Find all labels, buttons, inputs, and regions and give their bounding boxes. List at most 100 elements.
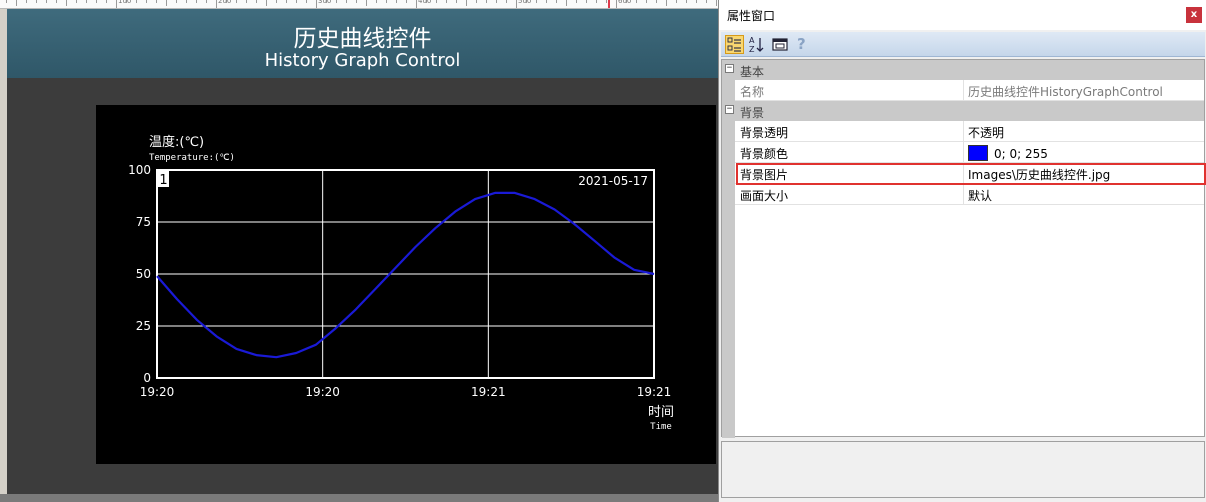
ruler-tick [156, 0, 157, 3]
property-row-canvas-size[interactable]: 画面大小 默认 [722, 184, 1204, 205]
ruler-tick [236, 0, 237, 3]
ruler-tick [496, 0, 497, 3]
property-key: 背景颜色 [740, 147, 789, 161]
property-value[interactable]: 默认 [968, 187, 992, 204]
property-grid-empty [722, 205, 1204, 438]
ruler-tick [436, 0, 437, 3]
history-graph-control[interactable]: 0 25 50 75 100 19:20 19:20 19:21 19:21 温度:(℃) Temp… [96, 105, 716, 464]
close-button[interactable]: x [1186, 7, 1202, 23]
ruler-tick [396, 0, 397, 3]
row-gutter [722, 142, 735, 163]
highlight-box [736, 163, 1206, 185]
property-row-bg-transparent[interactable]: 背景透明 不透明 [722, 121, 1204, 142]
collapse-icon[interactable]: − [725, 105, 734, 114]
categorized-icon [727, 37, 741, 52]
category-basic[interactable]: − 基本 [722, 60, 1204, 80]
title-banner[interactable]: 历史曲线控件 History Graph Control [7, 9, 718, 78]
ruler-tick [556, 0, 557, 3]
svg-text:Z: Z [749, 45, 755, 54]
ruler-major-tick [116, 0, 117, 8]
ruler-major-tick [416, 0, 417, 8]
property-key: 名称 [740, 85, 765, 99]
ruler-tick [86, 0, 87, 3]
banner-title-en: History Graph Control [264, 50, 461, 71]
ruler-tick [606, 0, 607, 3]
ruler-tick [366, 0, 367, 6]
ruler-tick [376, 0, 377, 3]
column-divider [963, 121, 964, 142]
ruler-label: 500 [518, 0, 532, 5]
ruler-major-tick [216, 0, 217, 8]
ruler-tick [286, 0, 287, 3]
ruler-tick [576, 0, 577, 3]
ruler-tick [456, 0, 457, 3]
ruler-tick [56, 0, 57, 3]
property-window-title: 属性窗口 [727, 9, 776, 23]
ruler-tick [26, 0, 27, 3]
ruler-tick [686, 0, 687, 3]
y-tick-label: 0 [143, 371, 151, 385]
ruler-tick [596, 0, 597, 3]
series-line [156, 191, 655, 359]
row-gutter [722, 184, 735, 205]
x-axis-sublabel: Time [650, 422, 672, 432]
ruler-major-tick [616, 0, 617, 8]
ruler-tick [336, 0, 337, 3]
app-root: 100 200 300 400 500 600 历史曲线控件 History Graph … [0, 0, 1206, 502]
category-background[interactable]: − 背景 [722, 101, 1204, 121]
ruler-tick [246, 0, 247, 3]
color-value: 0; 0; 255 [994, 147, 1048, 161]
alphabetical-icon: A Z [749, 36, 764, 54]
ruler-major-tick [516, 0, 517, 8]
ruler-tick [346, 0, 347, 3]
property-window: 属性窗口 x A Z ? − 基本 名称 历史曲线控件HistoryGraphC… [718, 0, 1206, 502]
ruler-tick [176, 0, 177, 3]
ruler-tick [16, 0, 17, 6]
property-description-panel [721, 441, 1205, 498]
ruler-tick [146, 0, 147, 3]
column-divider [963, 80, 964, 101]
designer-area: 100 200 300 400 500 600 历史曲线控件 History Graph … [0, 0, 718, 502]
ruler-tick [586, 0, 587, 3]
property-value[interactable]: 不透明 [968, 124, 1004, 141]
collapse-icon[interactable]: − [725, 64, 734, 73]
ruler-tick [466, 0, 467, 6]
ruler-tick [386, 0, 387, 3]
y-tick-label: 75 [136, 215, 151, 229]
ruler-tick [296, 0, 297, 3]
close-icon: x [1190, 9, 1198, 20]
row-gutter [722, 205, 735, 438]
ruler-tick [136, 0, 137, 3]
ruler-tick [76, 0, 77, 3]
property-value[interactable]: 0; 0; 255 [968, 145, 1048, 161]
ruler-tick [186, 0, 187, 3]
ruler-tick [106, 0, 107, 3]
alphabetical-button[interactable]: A Z [747, 35, 766, 54]
chart-date-label: 2021-05-17 [578, 174, 648, 188]
property-key: 背景透明 [740, 126, 789, 140]
ruler-tick [476, 0, 477, 3]
property-key: 画面大小 [740, 189, 789, 203]
svg-text:A: A [749, 36, 755, 45]
ruler-position-marker [608, 0, 610, 8]
ruler-tick [646, 0, 647, 3]
x-tick-label: 19:21 [471, 385, 506, 399]
y-tick-label: 25 [136, 319, 151, 333]
property-row-bg-color[interactable]: 背景颜色 0; 0; 255 [722, 142, 1204, 163]
help-button[interactable]: ? [793, 35, 812, 54]
ruler-tick [406, 0, 407, 3]
color-swatch[interactable] [968, 145, 988, 161]
design-canvas[interactable]: 历史曲线控件 History Graph Control 0 25 50 75 100 1… [7, 9, 718, 494]
property-pages-icon [772, 38, 788, 51]
categorized-button[interactable] [725, 35, 744, 54]
x-axis-label: 时间 [648, 405, 674, 420]
ruler-tick [196, 0, 197, 3]
property-pages-button[interactable] [771, 35, 790, 54]
ruler-tick [356, 0, 357, 3]
property-value[interactable]: 历史曲线控件HistoryGraphControl [968, 83, 1163, 100]
ruler-tick [676, 0, 677, 3]
ruler-tick [306, 0, 307, 3]
property-grid: − 基本 名称 历史曲线控件HistoryGraphControl − 背景 背… [721, 59, 1206, 438]
column-divider [963, 142, 964, 163]
property-row-name[interactable]: 名称 历史曲线控件HistoryGraphControl [722, 80, 1204, 101]
